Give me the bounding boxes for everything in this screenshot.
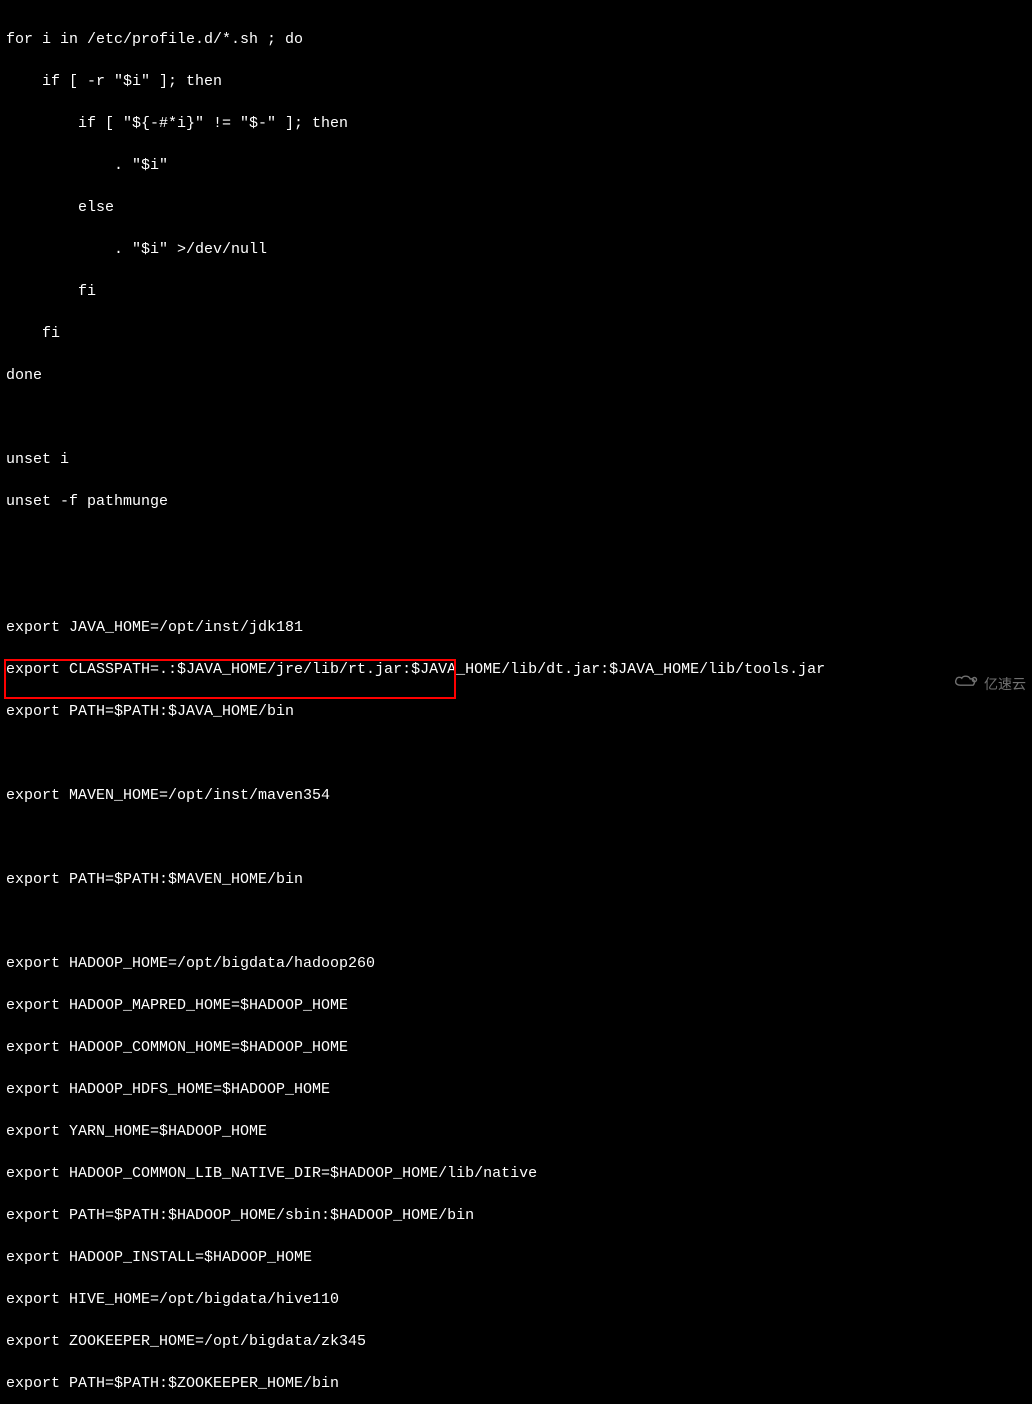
code-line: if [ "${-#*i}" != "$-" ]; then [6, 113, 1026, 134]
code-line [6, 407, 1026, 428]
code-line: unset -f pathmunge [6, 491, 1026, 512]
code-line: export CLASSPATH=.:$JAVA_HOME/jre/lib/rt… [6, 659, 1026, 680]
code-line: fi [6, 323, 1026, 344]
code-line: if [ -r "$i" ]; then [6, 71, 1026, 92]
code-line: export PATH=$PATH:$JAVA_HOME/bin [6, 701, 1026, 722]
watermark: 亿速云 [952, 672, 1026, 696]
code-line [6, 533, 1026, 554]
code-line: . "$i" [6, 155, 1026, 176]
code-line: export PATH=$PATH:$HADOOP_HOME/sbin:$HAD… [6, 1205, 1026, 1226]
code-line [6, 911, 1026, 932]
code-line: export JAVA_HOME=/opt/inst/jdk181 [6, 617, 1026, 638]
code-line: export HADOOP_HOME=/opt/bigdata/hadoop26… [6, 953, 1026, 974]
code-line: export MAVEN_HOME=/opt/inst/maven354 [6, 785, 1026, 806]
code-line: export HADOOP_COMMON_HOME=$HADOOP_HOME [6, 1037, 1026, 1058]
code-line: export PATH=$PATH:$ZOOKEEPER_HOME/bin [6, 1373, 1026, 1394]
code-line: export HIVE_HOME=/opt/bigdata/hive110 [6, 1289, 1026, 1310]
cloud-icon [952, 672, 980, 696]
code-line: export PATH=$PATH:$MAVEN_HOME/bin [6, 869, 1026, 890]
code-line [6, 575, 1026, 596]
code-line [6, 743, 1026, 764]
code-line: export ZOOKEEPER_HOME=/opt/bigdata/zk345 [6, 1331, 1026, 1352]
code-line: done [6, 365, 1026, 386]
code-line: for i in /etc/profile.d/*.sh ; do [6, 29, 1026, 50]
terminal-output: for i in /etc/profile.d/*.sh ; do if [ -… [0, 0, 1032, 1404]
code-line: fi [6, 281, 1026, 302]
code-line: else [6, 197, 1026, 218]
code-line: export YARN_HOME=$HADOOP_HOME [6, 1121, 1026, 1142]
code-line: . "$i" >/dev/null [6, 239, 1026, 260]
code-line: export HADOOP_INSTALL=$HADOOP_HOME [6, 1247, 1026, 1268]
code-line [6, 827, 1026, 848]
code-line: export HADOOP_HDFS_HOME=$HADOOP_HOME [6, 1079, 1026, 1100]
code-line: unset i [6, 449, 1026, 470]
watermark-text: 亿速云 [984, 674, 1026, 695]
code-line: export HADOOP_MAPRED_HOME=$HADOOP_HOME [6, 995, 1026, 1016]
code-line: export HADOOP_COMMON_LIB_NATIVE_DIR=$HAD… [6, 1163, 1026, 1184]
